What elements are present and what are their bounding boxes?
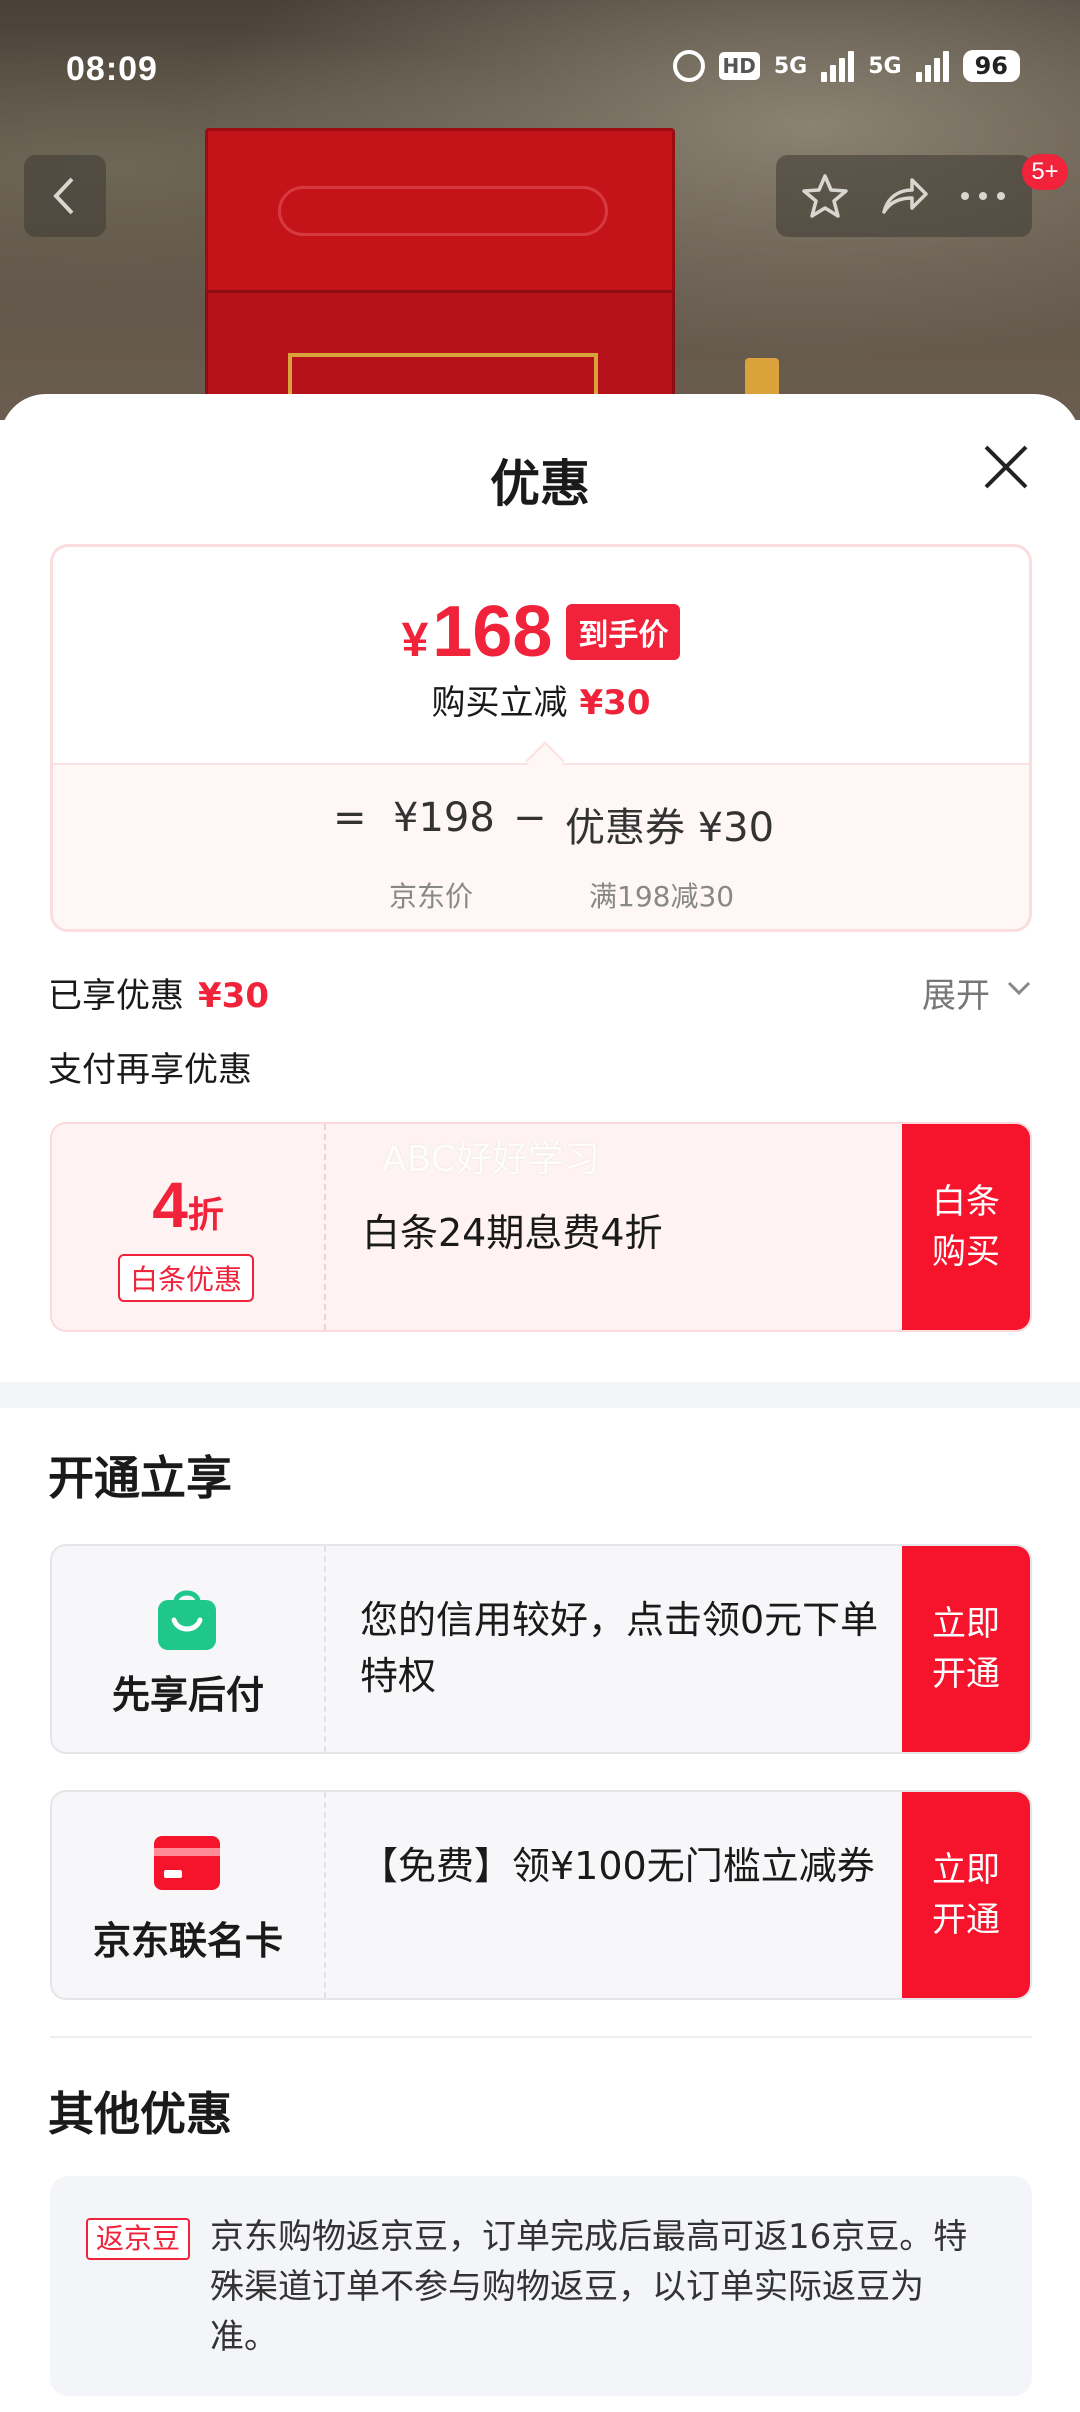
reduce-label: 购买立减 [431,683,568,723]
coupon-condition-label: 满198减30 [589,880,735,913]
back-button[interactable] [24,155,106,237]
jd-price-label: 京东价 [389,880,474,913]
section-divider [0,1382,1080,1408]
final-price-row: ¥ 168 到手价 [53,591,1029,673]
enjoyed-amount: ¥30 [198,976,269,1016]
share-icon[interactable] [878,172,930,220]
enjoyed-label: 已享优惠 [48,976,184,1016]
signal-icon-2 [915,50,949,82]
network-5g-label-2: 5G [868,53,902,79]
cobrand-info: 【免费】领¥100无门槛立减券 [326,1792,902,1998]
cobrand-brand: 京东联名卡 [52,1792,326,1998]
price-breakdown-card: ¥ 168 到手价 购买立减 ¥30 = ¥198 − 优惠券 ¥30 京东价 满… [50,544,1032,932]
message-badge: 5+ [1022,154,1068,190]
baitiao-promo-card[interactable]: 4折 白条优惠 ABC好好学习 白条24期息费4折 白条 购买 [50,1122,1032,1332]
close-icon[interactable] [978,439,1034,495]
open-section-title: 开通立享 [48,1451,232,1505]
enjoyed-discount: 已享优惠 ¥30 [48,968,269,1017]
currency-symbol: ¥ [401,613,429,667]
baitiao-tag: 白条优惠 [118,1254,255,1302]
reduce-amount: ¥30 [579,683,651,723]
status-time: 08:09 [66,50,158,88]
nav-actions [776,155,1032,237]
coupon-amount: 优惠券 ¥30 [565,805,775,851]
xianxiang-name: 先享后付 [111,1673,264,1717]
minus-sign: − [513,795,547,841]
chevron-down-icon[interactable] [1006,979,1032,997]
status-bar: 08:09 HD 5G 5G 96 [0,0,1080,140]
baitiao-buy-button[interactable]: 白条 购买 [902,1124,1030,1330]
expand-button[interactable]: 展开 [922,968,990,1017]
final-price-tag: 到手价 [566,604,681,660]
alarm-icon [672,50,705,82]
xianxiang-card[interactable]: 先享后付 您的信用较好，点击领0元下单特权 立即 开通 [50,1544,1032,1754]
divider-line [50,2036,1032,2038]
jd-price: ¥198 [393,795,495,841]
xianxiang-info: 您的信用较好，点击领0元下单特权 [326,1546,902,1752]
xianxiang-brand: 先享后付 [52,1546,326,1752]
network-5g-label: 5G [773,53,808,79]
sheet-title: 优惠 [490,455,590,513]
pay-more-label: 支付再享优惠 [48,1050,252,1090]
price-calculation: = ¥198 − 优惠券 ¥30 京东价 满198减30 [53,763,1029,929]
cobrand-open-button[interactable]: 立即 开通 [902,1792,1030,1998]
more-icon[interactable] [959,190,1007,202]
baitiao-discount-block: 4折 白条优惠 [52,1124,326,1330]
jingdou-tag: 返京豆 [86,2218,191,2260]
cobrand-card[interactable]: 京东联名卡 【免费】领¥100无门槛立减券 立即 开通 [50,1790,1032,2000]
baitiao-discount: 4折 [52,1168,324,1242]
discount-number: 4 [152,1169,188,1241]
signal-icon [821,50,855,82]
shopping-bag-icon [158,1590,216,1650]
xianxiang-text: 您的信用较好，点击领0元下单特权 [360,1598,879,1698]
box-ornament [278,186,608,236]
baitiao-text: 白条24期息费4折 [362,1211,663,1255]
star-icon[interactable] [801,172,849,220]
reduce-row: 购买立减 ¥30 [53,675,1029,724]
cobrand-name: 京东联名卡 [92,1919,283,1963]
cobrand-text: 【免费】领¥100无门槛立减券 [360,1844,875,1888]
product-box-lid [205,128,675,293]
chevron-left-icon [53,177,74,215]
discount-sheet: 优惠 ¥ 168 到手价 购买立减 ¥30 = ¥198 − 优惠券 ¥30 京东… [0,394,1080,2412]
baitiao-info: ABC好好学习 白条24期息费4折 [326,1124,902,1330]
status-icons: HD 5G 5G 96 [672,50,1020,82]
jingdou-text: 京东购物返京豆，订单完成后最高可返16京豆。特殊渠道订单不参与购物返豆，以订单实… [210,2217,968,2357]
final-price: 168 [432,592,553,672]
hd-icon: HD [718,52,760,80]
equals-sign: = [333,795,367,841]
other-section-title: 其他优惠 [48,2087,232,2141]
xianxiang-open-button[interactable]: 立即 开通 [902,1546,1030,1752]
discount-unit: 折 [187,1195,224,1236]
watermark-text: ABC好好学习 [382,1139,600,1180]
jingdou-info-box: 返京豆 京东购物返京豆，订单完成后最高可返16京豆。特殊渠道订单不参与购物返豆，… [50,2176,1032,2396]
battery-icon: 96 [962,50,1020,82]
credit-card-icon [154,1836,220,1890]
